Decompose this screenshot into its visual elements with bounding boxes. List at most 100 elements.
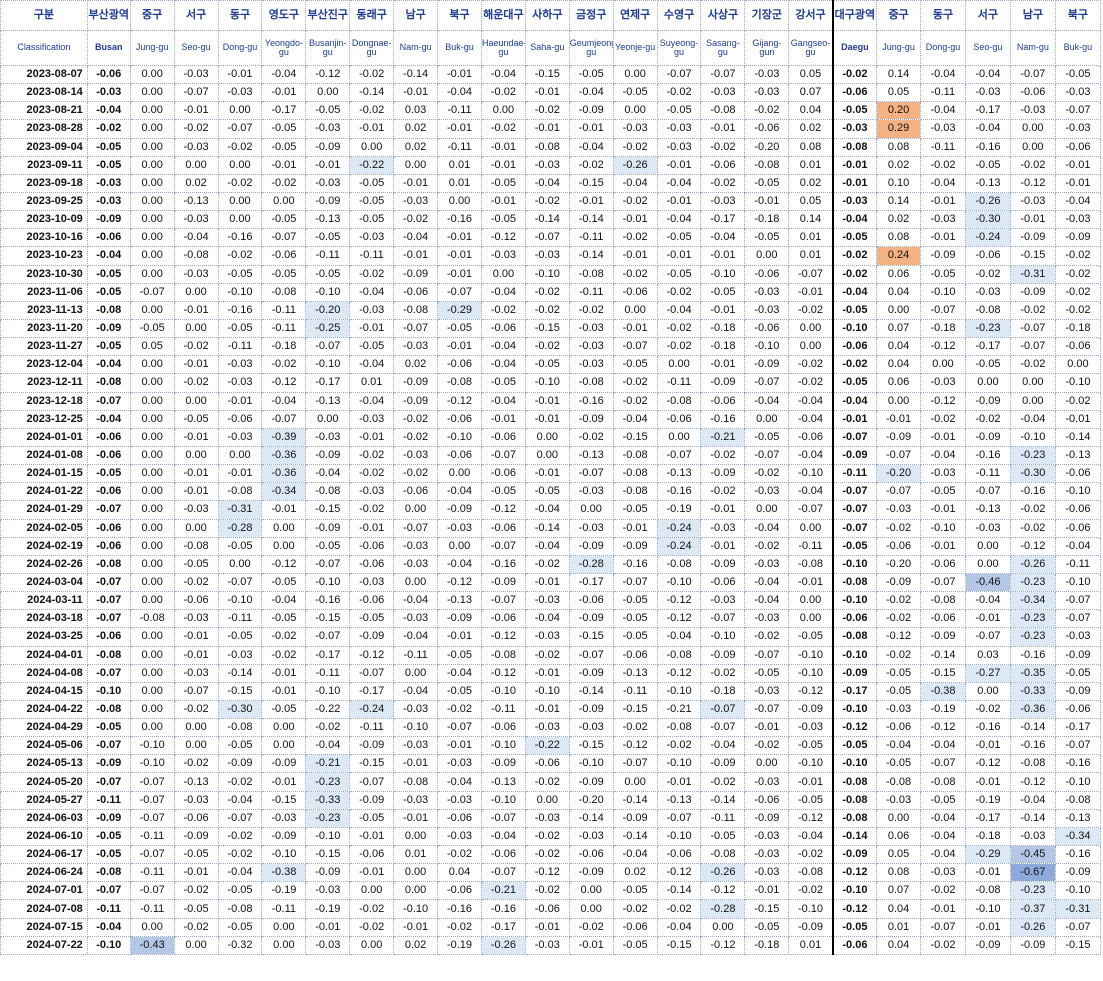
- value-cell: -0.02: [1054, 391, 1102, 411]
- value-cell: -0.09: [173, 826, 219, 847]
- value-cell: -0.17: [964, 101, 1011, 121]
- value-cell: -0.08: [700, 845, 746, 865]
- value-cell: -0.09: [349, 627, 395, 647]
- value-cell: -0.02: [831, 355, 878, 375]
- value-cell: -0.04: [173, 228, 219, 248]
- value-cell: -0.07: [1009, 337, 1056, 357]
- value-cell: -0.05: [744, 427, 790, 447]
- value-cell: -0.01: [261, 772, 307, 792]
- value-cell: 0.07: [788, 83, 834, 103]
- value-cell: -0.01: [173, 464, 219, 484]
- date-cell: 2024-03-18: [0, 609, 88, 629]
- value-cell: -0.30: [964, 210, 1011, 230]
- value-cell: -0.12: [831, 863, 878, 883]
- value-cell: -0.26: [1009, 554, 1056, 574]
- value-cell: -0.05: [86, 826, 131, 847]
- value-cell: -0.15: [920, 663, 966, 683]
- table-row: 2023-09-04 -0.05 0.00 -0.03 -0.02 -0.05 -0.09 0…: [0, 137, 1102, 157]
- value-cell: -0.09: [393, 391, 439, 411]
- table-row: 2023-12-04 -0.04 0.00 -0.01 -0.03 -0.02 -0.10-…: [0, 355, 1102, 375]
- value-cell: 0.00: [217, 191, 263, 212]
- value-cell: -0.02: [305, 718, 351, 738]
- value-cell: -0.01: [393, 173, 439, 193]
- value-cell: -0.04: [305, 464, 351, 484]
- value-cell: -0.06: [744, 264, 790, 284]
- value-cell: -0.06: [831, 609, 878, 629]
- value-cell: -0.09: [964, 935, 1011, 955]
- value-cell: -0.06: [217, 409, 263, 429]
- column-header-ko: 동구: [920, 0, 966, 31]
- value-cell: 0.00: [129, 427, 175, 447]
- date-cell: 2024-05-20: [0, 772, 88, 792]
- value-cell: -0.11: [788, 536, 834, 556]
- value-cell: -0.09: [831, 845, 878, 865]
- value-cell: 0.00: [129, 246, 175, 266]
- value-cell: -0.09: [480, 754, 526, 774]
- value-cell: 0.00: [612, 772, 658, 792]
- value-cell: -0.05: [217, 917, 263, 937]
- value-cell: -0.18: [700, 318, 746, 339]
- column-header-ko: 중구: [129, 0, 175, 31]
- value-cell: -0.07: [437, 282, 482, 302]
- value-cell: 0.00: [129, 518, 175, 538]
- value-cell: -0.03: [744, 826, 790, 847]
- value-cell: -0.04: [831, 391, 878, 411]
- value-cell: -0.08: [86, 300, 131, 320]
- value-cell: -0.01: [524, 699, 570, 720]
- value-cell: -0.07: [86, 500, 131, 520]
- value-cell: 0.02: [788, 173, 834, 193]
- date-cell: 2024-04-29: [0, 718, 88, 738]
- value-cell: -0.03: [876, 500, 922, 520]
- value-cell: 0.00: [129, 627, 175, 647]
- value-cell: -0.08: [568, 264, 614, 284]
- value-cell: -0.02: [524, 300, 570, 320]
- value-cell: 0.00: [788, 609, 834, 629]
- value-cell: -0.14: [568, 681, 614, 701]
- value-cell: -0.09: [393, 264, 439, 284]
- value-cell: -0.01: [920, 899, 966, 919]
- value-cell: 0.00: [129, 101, 175, 121]
- value-cell: -0.01: [700, 300, 746, 320]
- value-cell: -0.01: [393, 808, 439, 828]
- value-cell: -0.04: [920, 64, 966, 85]
- value-cell: 0.00: [129, 264, 175, 284]
- value-cell: -0.03: [1054, 210, 1102, 230]
- value-cell: 0.00: [393, 500, 439, 520]
- value-cell: -0.02: [437, 845, 482, 865]
- value-cell: -0.12: [788, 681, 834, 701]
- value-cell: -0.02: [393, 464, 439, 484]
- value-cell: -0.03: [217, 83, 263, 103]
- value-cell: -0.02: [568, 155, 614, 175]
- value-cell: -0.11: [700, 808, 746, 828]
- value-cell: -0.07: [920, 572, 966, 593]
- column-header-ko: 남구: [1009, 0, 1056, 31]
- value-cell: -0.31: [217, 500, 263, 520]
- value-cell: -0.03: [524, 246, 570, 266]
- value-cell: -0.25: [305, 318, 351, 339]
- value-cell: -0.03: [744, 863, 790, 883]
- value-cell: -0.05: [437, 318, 482, 339]
- table-row: 2024-01-29 -0.07 0.00 -0.03 -0.31 -0.01 -0.15-…: [0, 500, 1102, 520]
- value-cell: -0.01: [612, 210, 658, 230]
- value-cell: -0.12: [612, 736, 658, 756]
- column-header-en: Yeonje-gu: [612, 30, 658, 66]
- value-cell: -0.09: [568, 772, 614, 792]
- value-cell: -0.06: [393, 282, 439, 302]
- value-cell: -0.06: [876, 536, 922, 556]
- value-cell: -0.05: [612, 355, 658, 375]
- value-cell: 0.00: [129, 464, 175, 484]
- value-cell: -0.01: [437, 246, 482, 266]
- value-cell: -0.03: [568, 718, 614, 738]
- value-cell: 0.00: [129, 482, 175, 502]
- value-cell: 0.00: [393, 155, 439, 175]
- value-cell: -0.02: [964, 264, 1011, 284]
- value-cell: -0.07: [831, 500, 878, 520]
- value-cell: -0.10: [788, 464, 834, 484]
- value-cell: -0.01: [480, 155, 526, 175]
- value-cell: 0.00: [437, 191, 482, 212]
- table-row: 2024-07-22 -0.10 -0.43 0.00 -0.32 0.00 -0.03 0.…: [0, 935, 1102, 955]
- value-cell: -0.04: [437, 482, 482, 502]
- value-cell: 0.00: [964, 554, 1011, 574]
- value-cell: -0.05: [612, 609, 658, 629]
- value-cell: -0.12: [524, 863, 570, 883]
